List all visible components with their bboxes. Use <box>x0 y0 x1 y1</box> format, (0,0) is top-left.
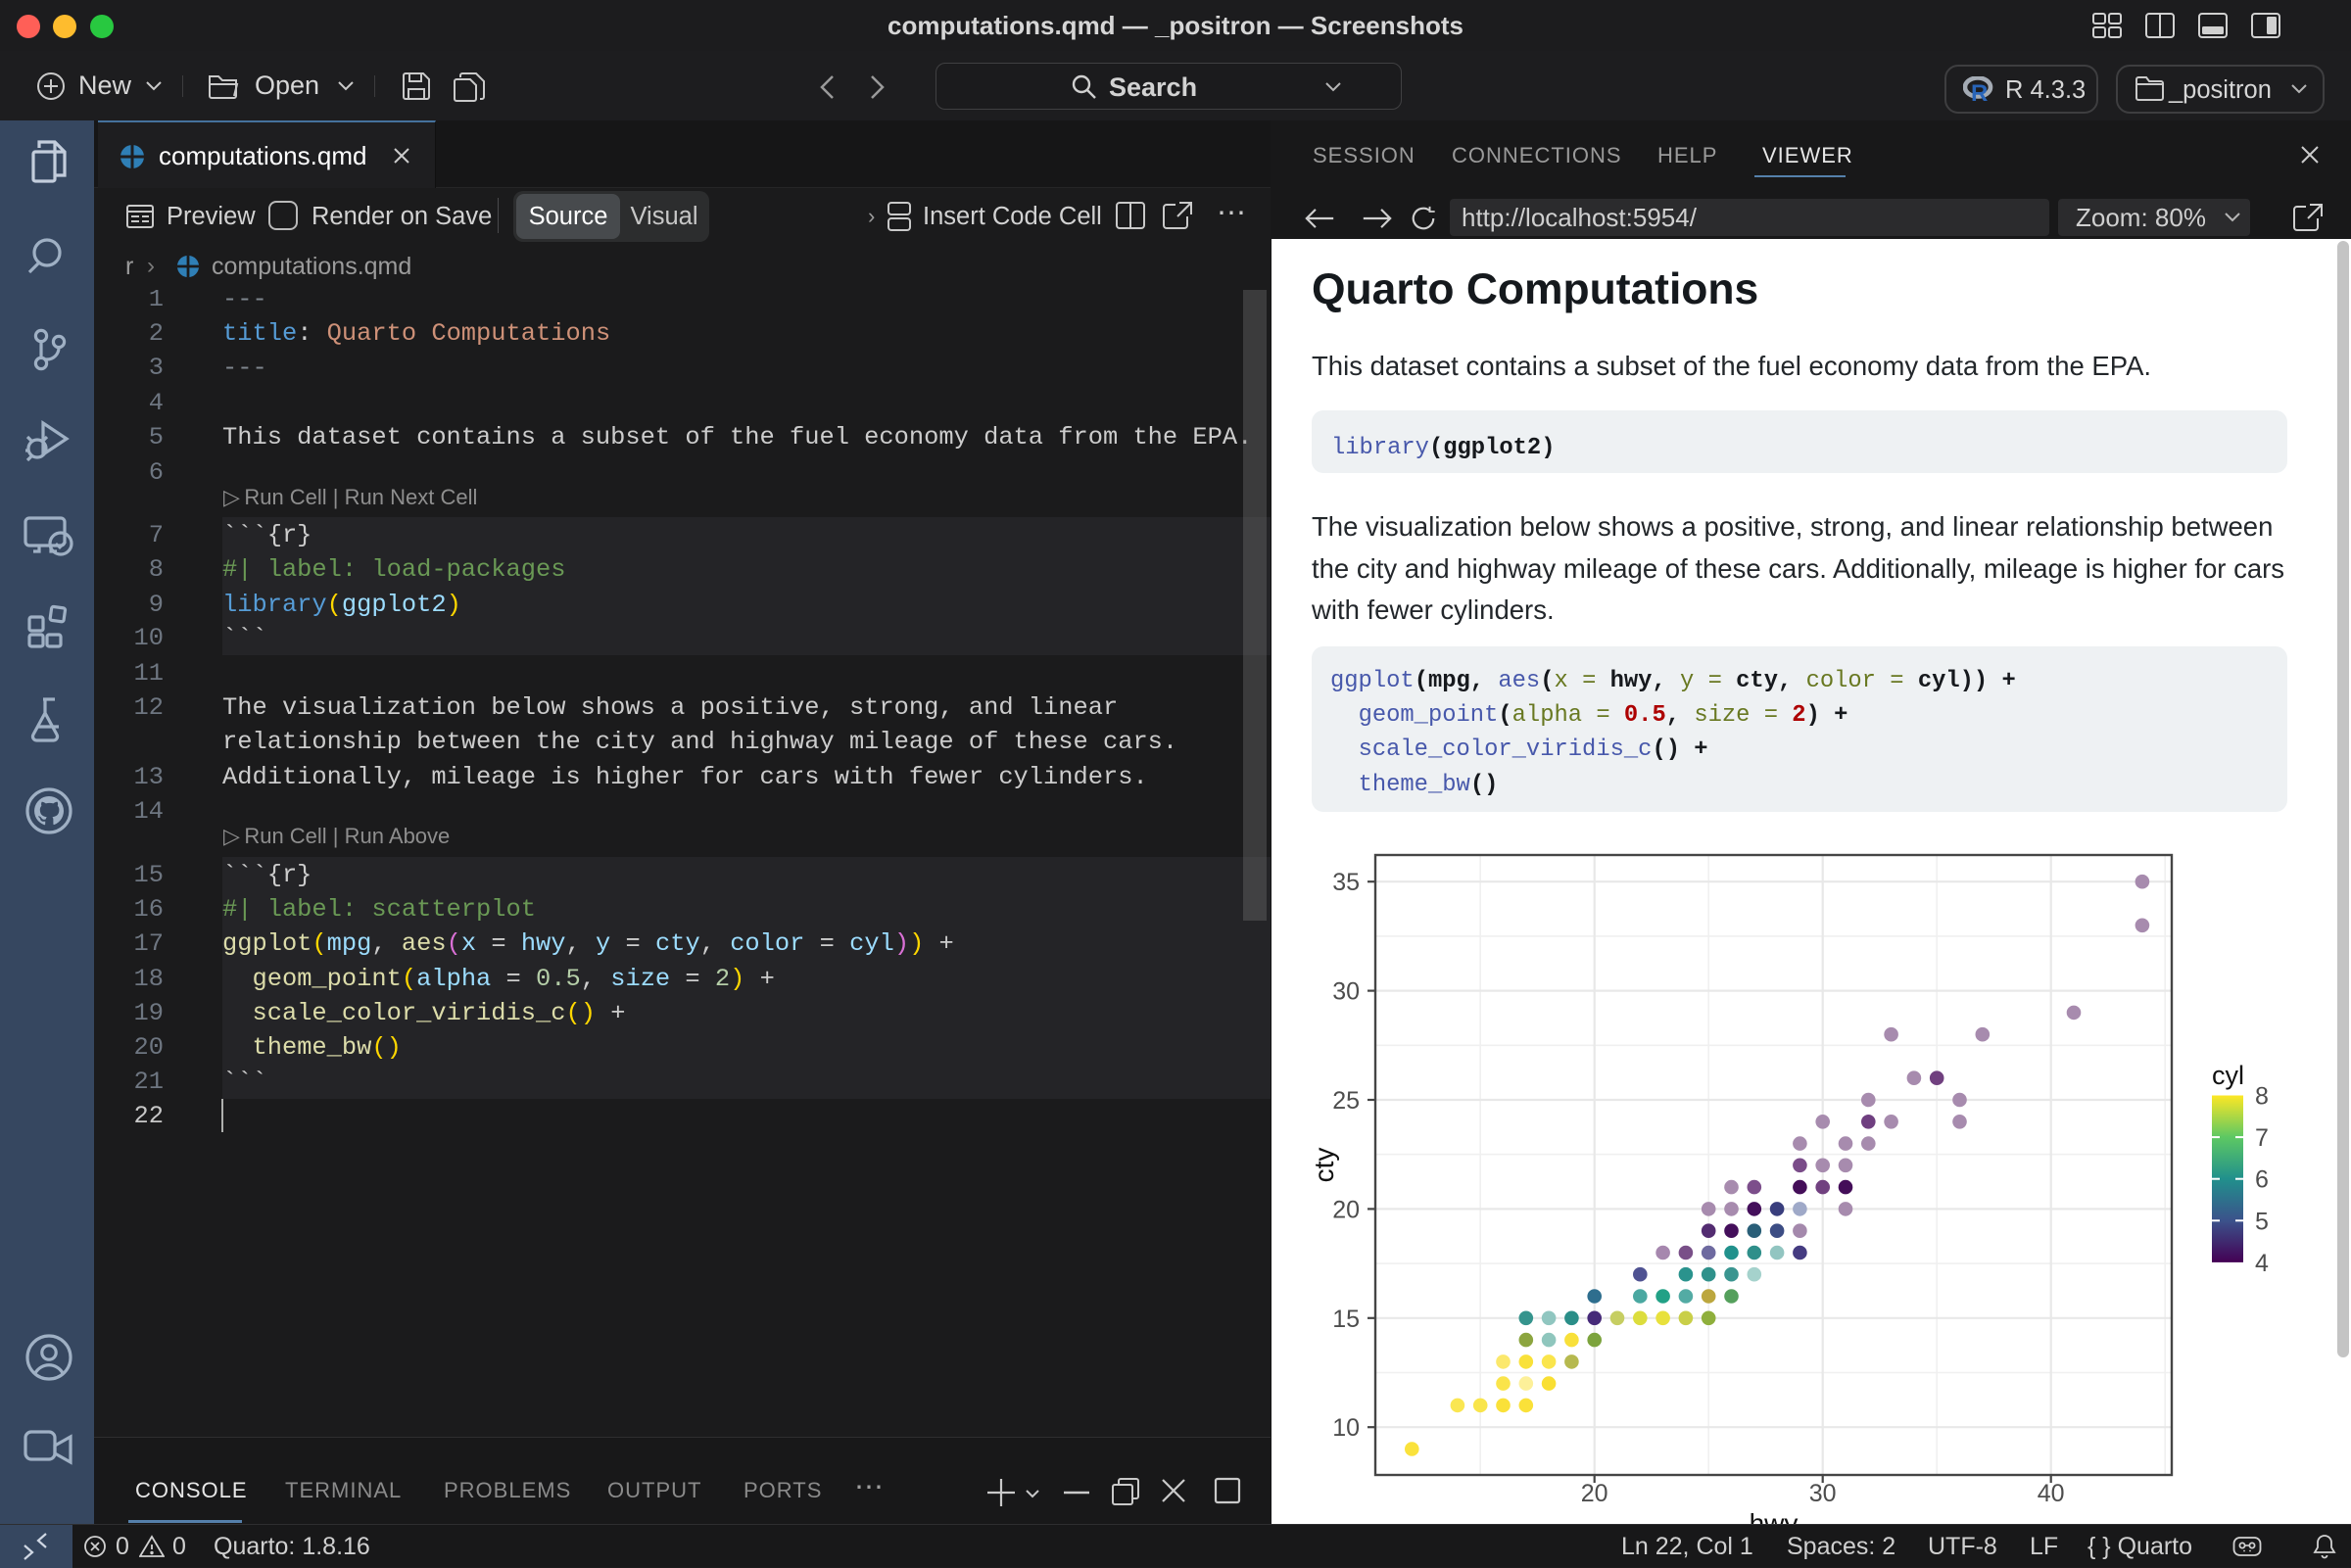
svg-text:6: 6 <box>2255 1166 2269 1194</box>
svg-text:30: 30 <box>1332 978 1360 1006</box>
svg-text:7: 7 <box>2255 1124 2269 1152</box>
svg-text:20: 20 <box>1581 1480 1608 1507</box>
svg-text:hwy: hwy <box>1750 1508 1799 1524</box>
svg-text:5: 5 <box>2255 1208 2269 1235</box>
svg-text:35: 35 <box>1332 869 1360 896</box>
svg-text:25: 25 <box>1332 1087 1360 1115</box>
svg-text:cyl: cyl <box>2212 1061 2244 1090</box>
svg-text:15: 15 <box>1332 1306 1360 1333</box>
svg-text:20: 20 <box>1332 1196 1360 1223</box>
svg-text:4: 4 <box>2255 1250 2269 1277</box>
svg-text:cty: cty <box>1309 1148 1339 1183</box>
svg-text:30: 30 <box>1809 1480 1837 1507</box>
svg-text:10: 10 <box>1332 1414 1360 1442</box>
svg-text:40: 40 <box>2038 1480 2065 1507</box>
svg-text:8: 8 <box>2255 1083 2269 1111</box>
svg-text:R: R <box>1971 80 1988 104</box>
